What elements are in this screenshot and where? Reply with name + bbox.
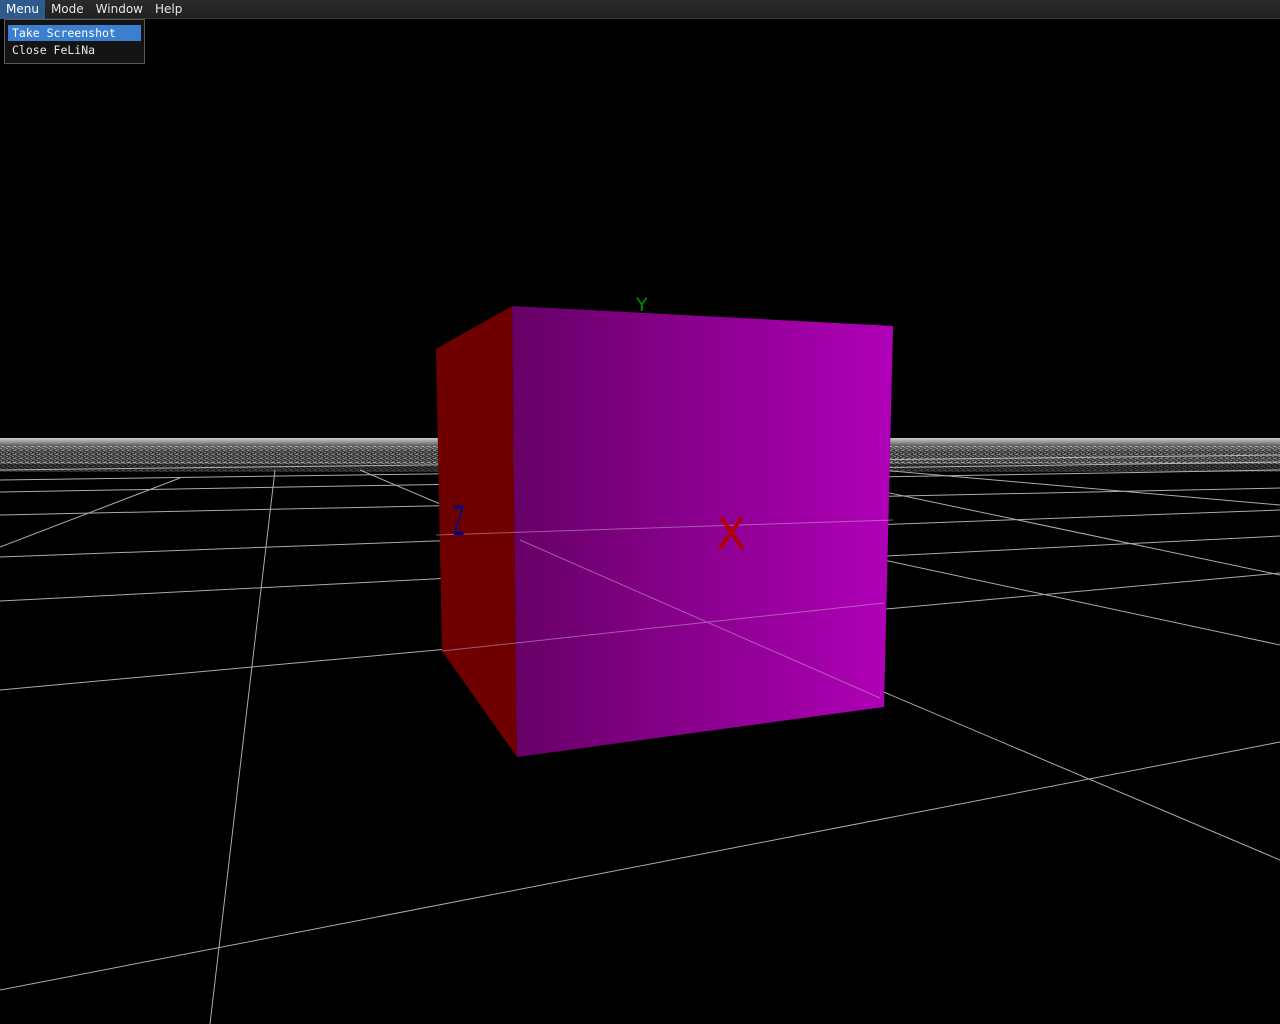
menu-bar: Menu Mode Window Help xyxy=(0,0,1280,19)
axis-label-y: Y xyxy=(635,294,648,316)
axis-label-x: X xyxy=(716,509,746,560)
cube-object[interactable] xyxy=(436,306,893,757)
close-felina-item[interactable]: Close FeLiNa xyxy=(8,42,141,58)
menu-mode[interactable]: Mode xyxy=(45,0,90,19)
take-screenshot-item[interactable]: Take Screenshot xyxy=(8,25,141,41)
menu-help[interactable]: Help xyxy=(149,0,188,19)
3d-viewport[interactable]: Y X Z xyxy=(0,0,1280,1024)
menu-dropdown: Take Screenshot Close FeLiNa xyxy=(4,19,145,64)
axis-label-z: Z xyxy=(453,500,464,546)
menu-window[interactable]: Window xyxy=(90,0,149,19)
menu-menu[interactable]: Menu xyxy=(0,0,45,19)
cube-front-face xyxy=(512,306,893,757)
